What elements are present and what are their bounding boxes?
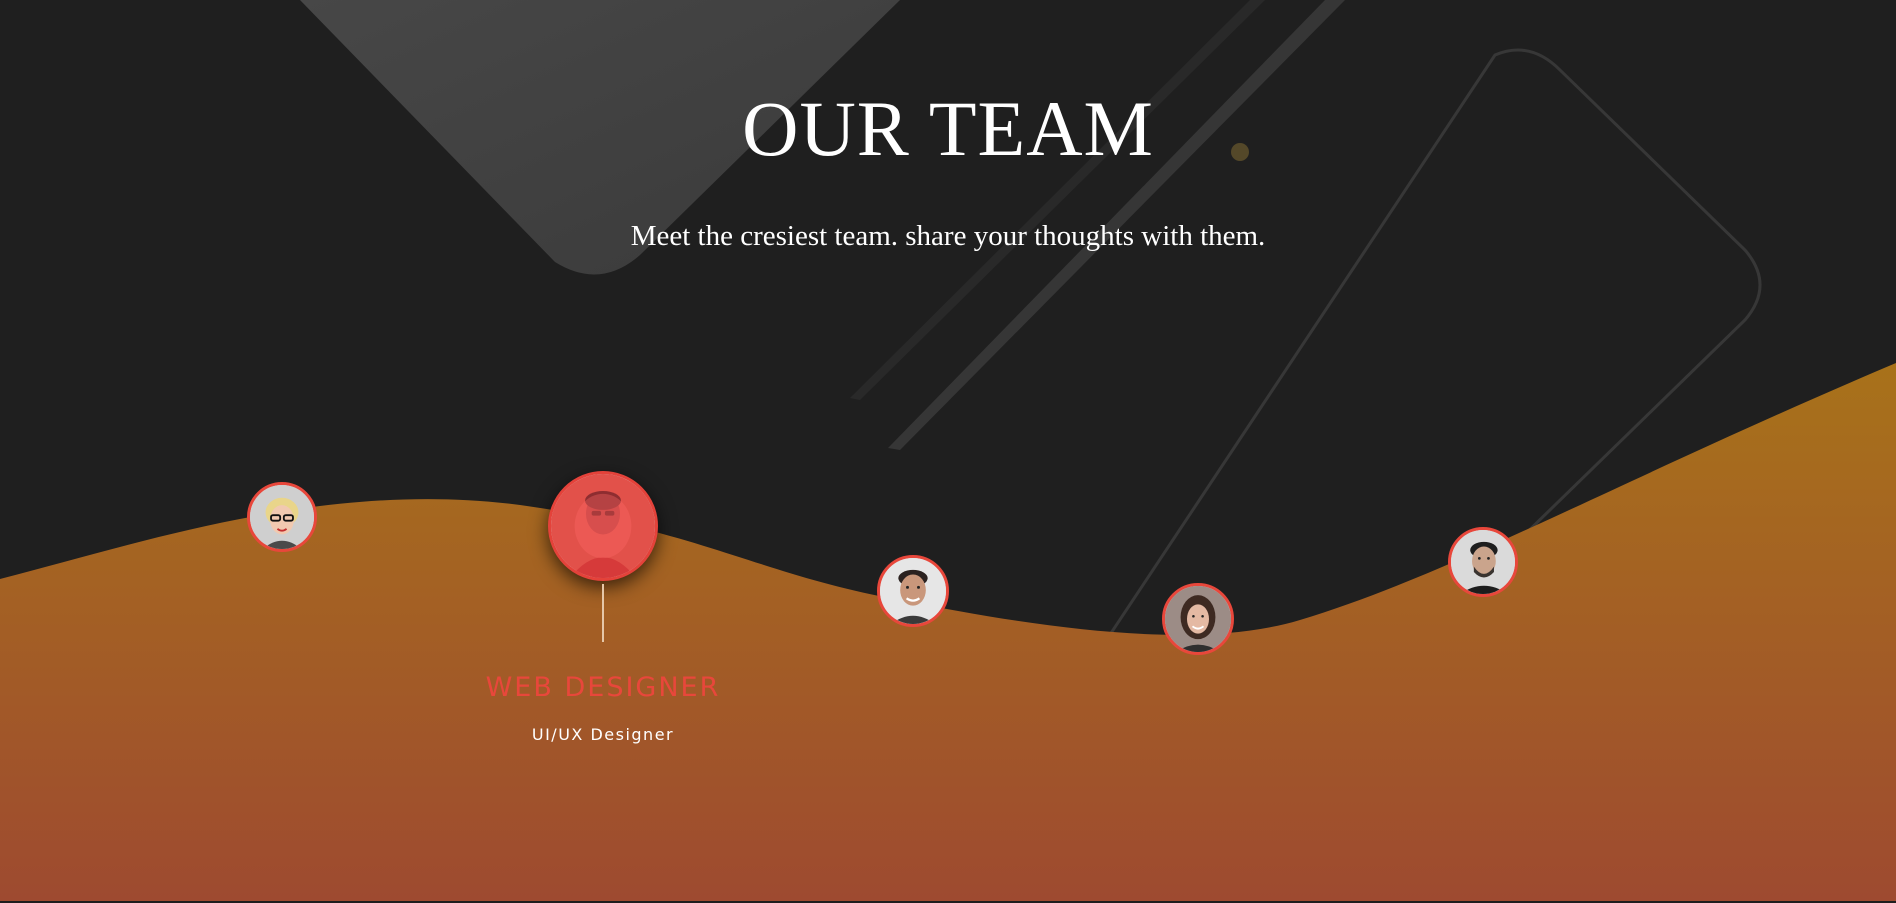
man-portrait-icon <box>551 474 655 578</box>
woman-smiling-portrait-icon <box>1165 586 1231 652</box>
selected-member-subrole: UI/UX Designer <box>531 725 675 744</box>
team-member-avatar-5[interactable] <box>1448 527 1518 597</box>
team-member-avatar-2[interactable] <box>548 471 658 581</box>
man-beard-portrait-icon <box>1451 530 1515 594</box>
team-member-avatar-3[interactable] <box>877 555 949 627</box>
selected-member-role: WEB DESIGNER <box>485 672 721 703</box>
section-subtitle: Meet the cresiest team. share your thoug… <box>630 220 1266 252</box>
team-member-avatar-4[interactable] <box>1162 583 1234 655</box>
selected-member-connector <box>602 584 604 642</box>
wave-shape <box>0 363 1896 903</box>
woman-glasses-portrait-icon <box>250 485 314 549</box>
team-member-avatar-1[interactable] <box>247 482 317 552</box>
man-smiling-portrait-icon <box>880 558 946 624</box>
section-title: OUR TEAM <box>742 85 1154 172</box>
